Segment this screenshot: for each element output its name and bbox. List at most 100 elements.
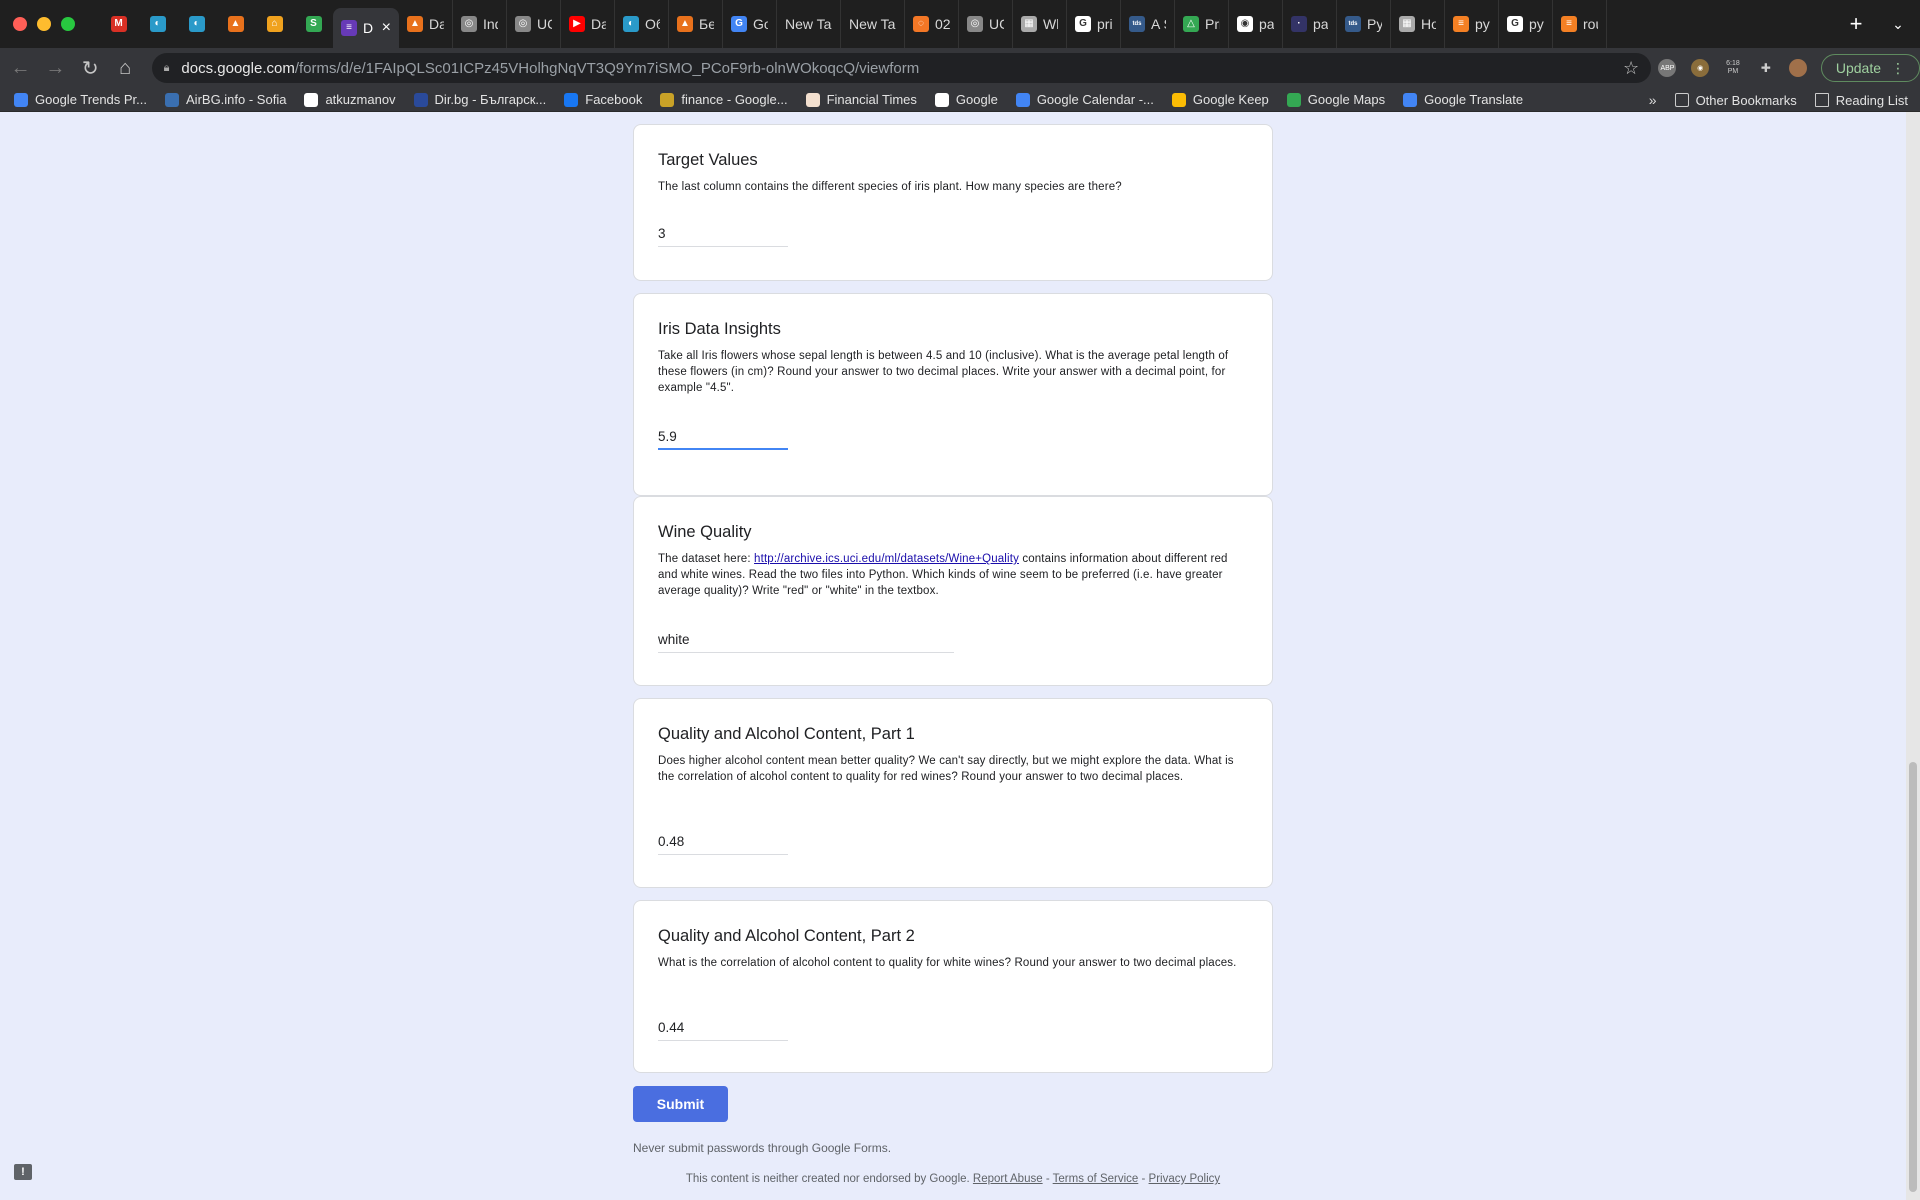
book-icon: ▲ bbox=[677, 16, 693, 32]
bookmark-item[interactable]: Google Calendar -... bbox=[1015, 92, 1154, 107]
page-icon: ▦ bbox=[1021, 16, 1037, 32]
browser-tab[interactable]: tds Pyth bbox=[1337, 0, 1391, 48]
bookmark-item[interactable]: Financial Times bbox=[805, 92, 917, 107]
answer-input[interactable]: 5.9 bbox=[658, 426, 788, 450]
chat-icon: ◐ bbox=[623, 16, 639, 32]
reading-list-button[interactable]: Reading List bbox=[1814, 93, 1908, 108]
close-tab-icon[interactable]: × bbox=[382, 19, 391, 37]
profile-avatar[interactable] bbox=[1782, 59, 1815, 77]
browser-tab[interactable]: ◐ bbox=[138, 0, 177, 48]
bookmark-item[interactable]: atkuzmanov bbox=[304, 92, 396, 107]
browser-tab[interactable]: ⌂ bbox=[255, 0, 294, 48]
bookmark-item[interactable]: Google bbox=[934, 92, 998, 107]
browser-tab[interactable]: ▶ Data bbox=[561, 0, 615, 48]
browser-tab[interactable]: △ Prin bbox=[1175, 0, 1229, 48]
tab-title: Wha bbox=[1043, 16, 1058, 32]
browser-tab[interactable]: ≡ roun bbox=[1553, 0, 1607, 48]
clock-extension-icon[interactable]: 6:18 PM bbox=[1717, 60, 1750, 76]
more-bookmarks-chevron-icon[interactable]: » bbox=[1649, 92, 1657, 108]
globe-icon: ◎ bbox=[461, 16, 477, 32]
browser-tab[interactable]: ◉ pan bbox=[1229, 0, 1283, 48]
reload-button[interactable]: ↻ bbox=[76, 53, 105, 83]
chat-icon: ◐ bbox=[188, 16, 205, 32]
bookmark-item[interactable]: AirBG.info - Sofia bbox=[165, 92, 286, 107]
tab-title: Data bbox=[591, 16, 606, 32]
browser-tab[interactable]: Gprin bbox=[1067, 0, 1121, 48]
tab-search-button[interactable]: ⌄ bbox=[1876, 16, 1920, 33]
minimize-window-button[interactable] bbox=[37, 17, 51, 31]
page-scrollbar[interactable] bbox=[1906, 112, 1920, 1200]
adblock-extension-icon[interactable]: ABP bbox=[1651, 59, 1684, 77]
description-text: The dataset here: bbox=[658, 553, 755, 565]
bookmark-item[interactable]: Google Maps bbox=[1286, 92, 1385, 107]
page-icon: ▦ bbox=[1399, 16, 1415, 32]
bookmark-item[interactable]: Google Translate bbox=[1403, 92, 1523, 107]
browser-tab[interactable]: ▲ Data bbox=[399, 0, 453, 48]
browser-tab[interactable]: New Tab bbox=[777, 0, 841, 48]
home-button[interactable]: ⌂ bbox=[111, 53, 140, 83]
tab-title: How bbox=[1421, 16, 1436, 32]
forward-button[interactable]: → bbox=[41, 53, 70, 83]
browser-tab[interactable]: ◎ Inde bbox=[453, 0, 507, 48]
scrollbar-thumb[interactable] bbox=[1909, 762, 1917, 1192]
submit-button[interactable]: Submit bbox=[633, 1086, 728, 1122]
forms-icon: ≡ bbox=[341, 20, 357, 36]
browser-tab[interactable]: Gpyth bbox=[1499, 0, 1553, 48]
answer-input[interactable]: white bbox=[658, 629, 954, 653]
extension-icon[interactable]: ◉ bbox=[1684, 59, 1717, 77]
question-description: The last column contains the different s… bbox=[658, 181, 1122, 193]
browser-tab[interactable]: ▲ bbox=[216, 0, 255, 48]
answer-input[interactable]: 3 bbox=[658, 223, 788, 247]
bookmark-item[interactable]: finance - Google... bbox=[660, 92, 788, 107]
browser-tab[interactable]: ▦ Wha bbox=[1013, 0, 1067, 48]
close-window-button[interactable] bbox=[13, 17, 27, 31]
report-feedback-icon[interactable]: ! bbox=[14, 1164, 32, 1180]
bookmark-item[interactable]: Facebook bbox=[564, 92, 642, 107]
browser-tab[interactable]: ◐ Обя bbox=[615, 0, 669, 48]
browser-tab[interactable]: ≡ pyth bbox=[1445, 0, 1499, 48]
address-bar[interactable]: 🔒︎ docs.google.com/forms/d/e/1FAIpQLSc01… bbox=[151, 53, 1652, 83]
bookmark-label: Google bbox=[955, 92, 998, 107]
answer-input[interactable]: 0.44 bbox=[658, 1017, 788, 1041]
privacy-policy-link[interactable]: Privacy Policy bbox=[1149, 1173, 1221, 1185]
browser-tab[interactable]: ◌ 02-[ bbox=[905, 0, 959, 48]
tds-icon: tds bbox=[1129, 16, 1145, 32]
browser-tab[interactable]: ◐ bbox=[177, 0, 216, 48]
browser-tab[interactable]: G Goo bbox=[723, 0, 777, 48]
report-abuse-link[interactable]: Report Abuse bbox=[973, 1173, 1043, 1185]
browser-toolbar: ← → ↻ ⌂ 🔒︎ docs.google.com/forms/d/e/1FA… bbox=[0, 48, 1920, 88]
tab-title: Goo bbox=[753, 16, 768, 32]
browser-tab[interactable]: ◎ UCI bbox=[507, 0, 561, 48]
bookmark-star-icon[interactable]: ☆ bbox=[1623, 58, 1639, 79]
folder-icon bbox=[1674, 93, 1689, 107]
bookmark-item[interactable]: Google Keep bbox=[1171, 92, 1269, 107]
browser-tab[interactable]: M bbox=[99, 0, 138, 48]
back-button[interactable]: ← bbox=[6, 53, 35, 83]
question-description: The dataset here: http://archive.ics.uci… bbox=[658, 551, 1248, 599]
tab-title: New Tab bbox=[785, 16, 832, 32]
update-button[interactable]: Update ⋮ bbox=[1820, 54, 1920, 82]
bookmark-item[interactable]: Google Trends Pr... bbox=[14, 92, 147, 107]
browser-tab[interactable]: S bbox=[294, 0, 333, 48]
browser-tab[interactable]: tds A St bbox=[1121, 0, 1175, 48]
browser-tab[interactable]: ◎ UCI bbox=[959, 0, 1013, 48]
extensions-puzzle-icon[interactable]: ✚ bbox=[1749, 61, 1782, 75]
bookmark-label: Google Trends Pr... bbox=[35, 92, 148, 107]
browser-tab[interactable]: ▲ Беа bbox=[669, 0, 723, 48]
browser-tab[interactable]: · pan bbox=[1283, 0, 1337, 48]
book-icon: ▲ bbox=[407, 16, 423, 32]
other-bookmarks-folder[interactable]: Other Bookmarks bbox=[1674, 93, 1797, 108]
browser-tab[interactable]: ▦ How bbox=[1391, 0, 1445, 48]
dataset-link[interactable]: http://archive.ics.uci.edu/ml/datasets/W… bbox=[754, 553, 1019, 565]
stackoverflow-icon: ≡ bbox=[1561, 16, 1577, 32]
answer-input[interactable]: 0.48 bbox=[658, 831, 788, 855]
browser-tab[interactable]: New Tab bbox=[841, 0, 905, 48]
tab-title: Data bbox=[429, 16, 444, 32]
browser-tab[interactable]: ≡ D × bbox=[333, 8, 399, 48]
terms-of-service-link[interactable]: Terms of Service bbox=[1053, 1173, 1139, 1185]
zoom-window-button[interactable] bbox=[61, 17, 75, 31]
gmail-icon: M bbox=[110, 16, 127, 32]
new-tab-button[interactable]: + bbox=[1836, 11, 1876, 37]
bookmark-item[interactable]: Dir.bg - Българск... bbox=[413, 92, 546, 107]
bookmark-favicon-icon bbox=[1286, 92, 1301, 107]
